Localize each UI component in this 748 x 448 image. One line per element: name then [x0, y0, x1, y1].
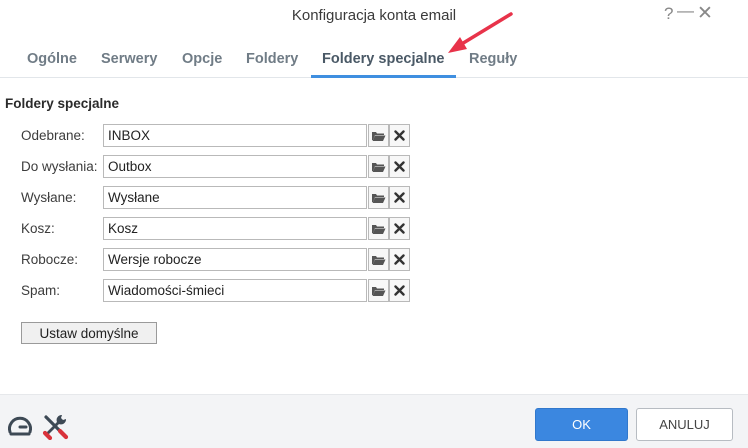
field-kosz[interactable] — [103, 217, 367, 240]
tools-icon[interactable] — [41, 412, 69, 445]
close-button[interactable]: ✕ — [697, 4, 713, 24]
row-label-odebrane: Odebrane: — [21, 128, 85, 143]
window-title: Konfiguracja konta email — [291, 7, 457, 24]
folder-open-icon — [372, 286, 386, 296]
ok-button[interactable]: OK — [535, 408, 628, 441]
close-x-icon — [394, 223, 405, 234]
close-x-icon — [394, 161, 405, 172]
close-x-icon — [394, 130, 405, 141]
clear-button[interactable] — [389, 248, 410, 271]
tab-bar: Ogólne Serwery Opcje Foldery Foldery spe… — [0, 42, 748, 78]
field-wyslane[interactable] — [103, 186, 367, 209]
close-x-icon — [394, 192, 405, 203]
folder-open-icon — [372, 131, 386, 141]
clear-button[interactable] — [389, 155, 410, 178]
tab-serwery[interactable]: Serwery — [101, 51, 157, 67]
browse-folder-button[interactable] — [368, 155, 389, 178]
active-tab-indicator — [311, 75, 456, 78]
row-label-kosz: Kosz: — [21, 221, 55, 236]
browse-folder-button[interactable] — [368, 124, 389, 147]
browse-folder-button[interactable] — [368, 279, 389, 302]
row-label-do-wyslania: Do wysłania: — [21, 159, 98, 174]
row-label-spam: Spam: — [21, 283, 61, 298]
clear-button[interactable] — [389, 124, 410, 147]
field-odebrane[interactable] — [103, 124, 367, 147]
folder-open-icon — [372, 162, 386, 172]
dashboard-gauge-icon[interactable] — [6, 412, 34, 445]
set-default-button[interactable]: Ustaw domyślne — [21, 322, 157, 344]
tab-opcje[interactable]: Opcje — [182, 51, 222, 67]
title-bar: Konfiguracja konta email ? — ✕ — [0, 0, 748, 34]
field-spam[interactable] — [103, 279, 367, 302]
tab-ogolne[interactable]: Ogólne — [27, 51, 77, 67]
browse-folder-button[interactable] — [368, 186, 389, 209]
tab-foldery-specjalne[interactable]: Foldery specjalne — [322, 51, 445, 67]
clear-button[interactable] — [389, 186, 410, 209]
folder-open-icon — [372, 255, 386, 265]
tab-reguly[interactable]: Reguły — [469, 51, 517, 67]
folder-open-icon — [372, 193, 386, 203]
cancel-button[interactable]: ANULUJ — [636, 408, 733, 441]
tab-foldery[interactable]: Foldery — [246, 51, 298, 67]
minimize-button[interactable]: — — [677, 1, 694, 21]
section-title: Foldery specjalne — [5, 96, 120, 111]
row-label-wyslane: Wysłane: — [21, 190, 77, 205]
browse-folder-button[interactable] — [368, 217, 389, 240]
close-x-icon — [394, 254, 405, 265]
help-button[interactable]: ? — [664, 4, 673, 24]
browse-folder-button[interactable] — [368, 248, 389, 271]
field-robocze[interactable] — [103, 248, 367, 271]
clear-button[interactable] — [389, 279, 410, 302]
close-x-icon — [394, 285, 405, 296]
dialog-footer: OK ANULUJ — [0, 394, 748, 448]
folder-open-icon — [372, 224, 386, 234]
row-label-robocze: Robocze: — [21, 252, 79, 267]
clear-button[interactable] — [389, 217, 410, 240]
field-do-wyslania[interactable] — [103, 155, 367, 178]
